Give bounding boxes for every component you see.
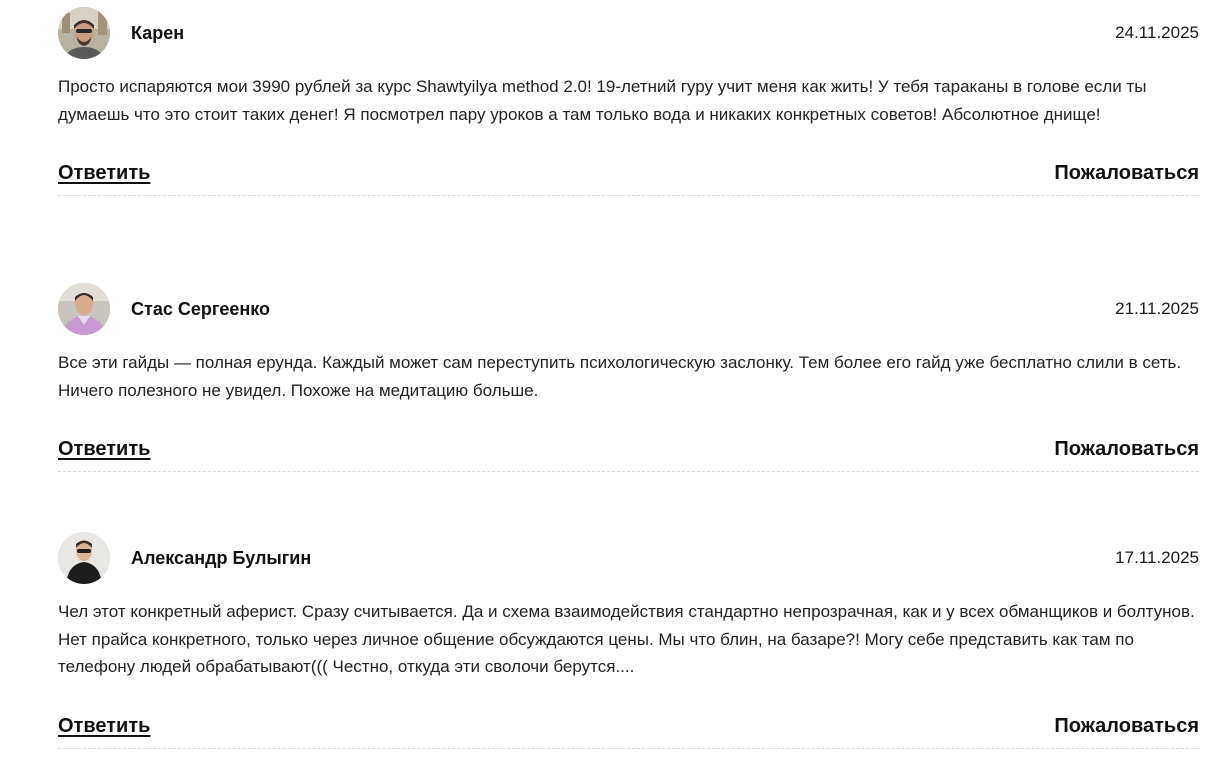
report-link[interactable]: Пожаловаться (1054, 162, 1199, 185)
reply-link[interactable]: Ответить (58, 162, 150, 185)
comment-header: Александр Булыгин 17.11.2025 (58, 525, 1199, 591)
comment-author: Стас Сергеенко (131, 299, 270, 319)
report-link[interactable]: Пожаловаться (1054, 715, 1199, 738)
comment-actions: Ответить Пожаловаться (58, 438, 1199, 468)
comment-text: Чел этот конкретный аферист. Сразу считы… (58, 602, 1195, 676)
reply-link[interactable]: Ответить (58, 438, 150, 461)
comments-list: Карен 24.11.2025 Просто испаряются мои 3… (0, 0, 1219, 770)
comment-item: Стас Сергеенко 21.11.2025 Все эти гайды … (58, 276, 1199, 480)
comment-date: 21.11.2025 (1115, 299, 1199, 318)
reply-link[interactable]: Ответить (58, 715, 150, 738)
report-link[interactable]: Пожаловаться (1054, 438, 1199, 461)
comment-header: Карен 24.11.2025 (58, 0, 1199, 66)
comment-text: Все эти гайды — полная ерунда. Каждый мо… (58, 353, 1182, 400)
avatar (58, 7, 110, 59)
comment-header: Стас Сергеенко 21.11.2025 (58, 276, 1199, 342)
comment-author: Карен (131, 23, 185, 43)
comment-date: 17.11.2025 (1115, 548, 1199, 567)
comment-date: 24.11.2025 (1115, 23, 1199, 42)
comment-actions: Ответить Пожаловаться (58, 715, 1199, 745)
divider (58, 471, 1199, 472)
avatar (58, 532, 110, 584)
comment-text: Просто испаряются мои 3990 рублей за кур… (58, 77, 1147, 124)
comment-author: Александр Булыгин (131, 548, 312, 568)
comment-actions: Ответить Пожаловаться (58, 162, 1199, 192)
divider (58, 747, 1199, 749)
comment-item: Карен 24.11.2025 Просто испаряются мои 3… (58, 0, 1199, 204)
avatar (58, 283, 110, 335)
comment-item: Александр Булыгин 17.11.2025 Чел этот ко… (58, 525, 1199, 757)
divider (58, 195, 1199, 196)
